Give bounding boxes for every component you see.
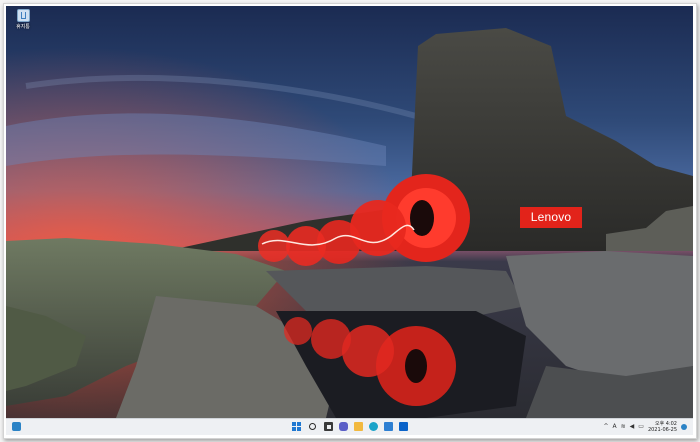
edge-icon[interactable] xyxy=(369,422,378,431)
hidden-icons-chevron-icon[interactable]: ^ xyxy=(603,419,608,435)
start-icon[interactable] xyxy=(292,422,301,431)
recycle-bin-label: 휴지통 xyxy=(16,24,30,30)
clock[interactable]: 오후 4:02 2021-06-25 xyxy=(648,421,677,433)
notification-icon[interactable] xyxy=(681,424,687,430)
lenovo-logo: Lenovo xyxy=(520,207,582,228)
widgets-icon[interactable] xyxy=(12,422,21,431)
recycle-bin-shortcut[interactable]: 휴지통 xyxy=(9,8,37,30)
battery-icon[interactable]: ▭ xyxy=(638,419,644,435)
store-icon[interactable] xyxy=(384,422,393,431)
taskbar: ^ A ≋ ◀ ▭ 오후 4:02 2021-06-25 xyxy=(6,418,693,435)
chat-icon[interactable] xyxy=(339,422,348,431)
input-language-indicator[interactable]: A xyxy=(613,419,617,435)
clock-date: 2021-06-25 xyxy=(647,427,677,433)
wifi-icon[interactable]: ≋ xyxy=(621,419,626,435)
recycle-bin-icon xyxy=(16,9,30,22)
system-tray: ^ A ≋ ◀ ▭ 오후 4:02 2021-06-25 xyxy=(603,419,687,435)
wallpaper-image xyxy=(6,6,693,418)
file-explorer-icon[interactable] xyxy=(354,422,363,431)
mail-icon[interactable] xyxy=(399,422,408,431)
volume-icon[interactable]: ◀ xyxy=(630,419,635,435)
search-icon[interactable] xyxy=(308,422,317,431)
desktop[interactable]: 휴지통 Lenovo xyxy=(6,6,693,418)
task-view-icon[interactable] xyxy=(324,422,333,431)
